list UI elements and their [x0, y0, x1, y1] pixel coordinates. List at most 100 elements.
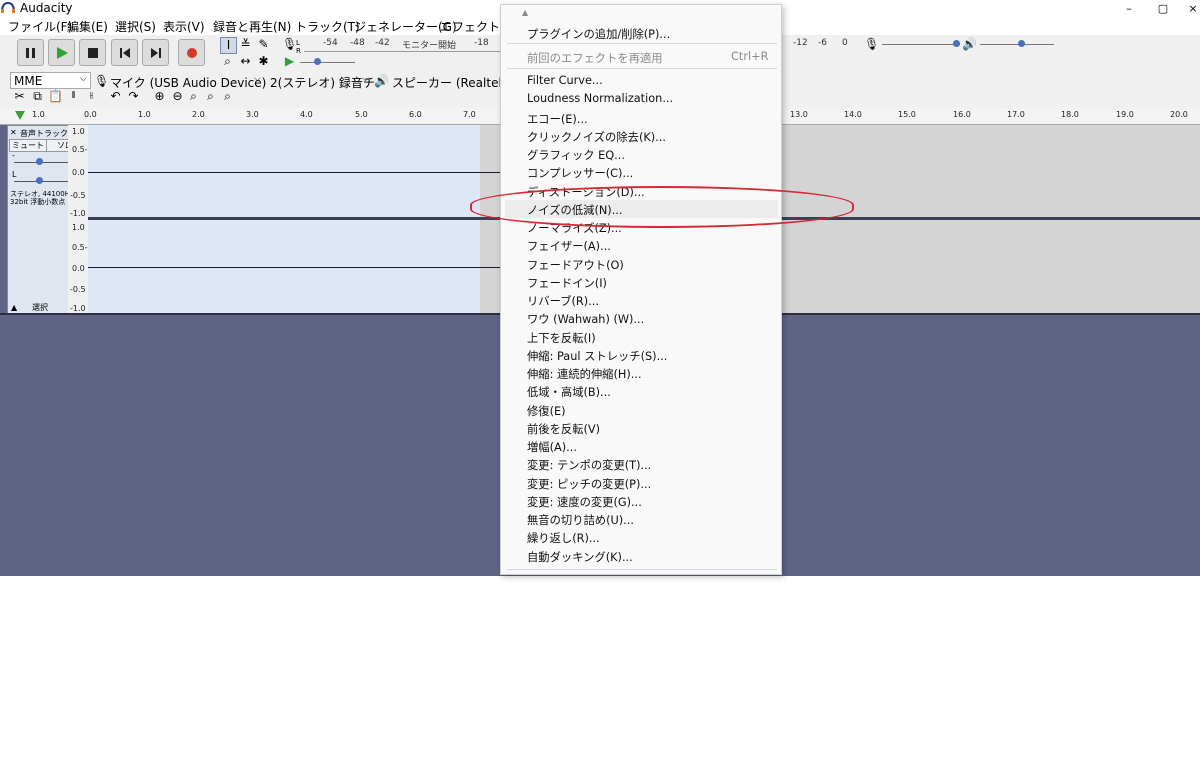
effect-menu-item[interactable]: Filter Curve... — [527, 74, 603, 87]
effect-menu-item[interactable]: 修復(E) — [527, 403, 566, 419]
meter-lr-icon: LR — [296, 39, 301, 55]
playback-volume-slider[interactable] — [980, 44, 1054, 45]
ruler-tick: 1.0 — [138, 110, 151, 119]
pan-slider[interactable] — [14, 181, 76, 182]
paste-icon[interactable]: 📋 — [48, 89, 63, 104]
timeshift-tool-icon[interactable]: ↔ — [238, 54, 253, 69]
play-speed-slider[interactable] — [300, 62, 355, 63]
minimize-button[interactable]: – — [1114, 0, 1144, 17]
zoom-in-icon[interactable]: ⊕ — [152, 89, 167, 104]
menu-edit[interactable]: 編集(E) — [67, 18, 108, 35]
track-name-menu[interactable]: 音声トラック — [20, 128, 68, 139]
effect-menu-item[interactable]: ワウ (Wahwah) (W)... — [527, 311, 644, 327]
ruler-tick: 4.0 — [300, 110, 313, 119]
undo-icon[interactable]: ↶ — [108, 89, 123, 104]
playback-volume-thumb[interactable] — [1018, 40, 1025, 47]
effect-menu-item[interactable]: 伸縮: 連続的伸縮(H)... — [527, 366, 642, 382]
track-close-button[interactable]: ✕ — [10, 128, 17, 137]
meter-tick: -42 — [375, 38, 390, 48]
scroll-up-icon[interactable]: ▲ — [522, 8, 528, 17]
close-button[interactable]: × — [1178, 0, 1200, 17]
pan-slider-thumb[interactable] — [36, 177, 43, 184]
effect-menu-item[interactable]: フェードアウト(O) — [527, 257, 624, 273]
gain-slider-thumb[interactable] — [36, 158, 43, 165]
effect-menu-item[interactable]: フェイザー(A)... — [527, 238, 611, 254]
effect-menu-item[interactable]: 繰り返し(R)... — [527, 530, 600, 546]
effect-menu-item[interactable]: コンプレッサー(C)... — [527, 165, 633, 181]
effect-menu-item[interactable]: 変更: ピッチの変更(P)... — [527, 476, 651, 492]
effect-menu-item[interactable]: 変更: 速度の変更(G)... — [527, 494, 642, 510]
effect-menu-item[interactable]: グラフィック EQ... — [527, 147, 625, 163]
scale-label: -1.0 — [70, 304, 86, 313]
effect-menu-item[interactable]: 上下を反転(I) — [527, 330, 596, 346]
effect-menu-item[interactable]: 無音の切り詰め(U)... — [527, 512, 634, 528]
skip-start-button[interactable] — [111, 39, 138, 66]
waveform-left-channel[interactable] — [88, 125, 480, 217]
record-button[interactable] — [178, 39, 205, 66]
effect-menu-item[interactable]: リバーブ(R)... — [527, 293, 599, 309]
scale-label: 0.5- — [72, 243, 88, 252]
selection-tool-icon[interactable]: I — [220, 37, 237, 54]
effect-menu-item[interactable]: 低域・高域(B)... — [527, 384, 611, 400]
zoom-tool-icon[interactable]: ⌕ — [220, 54, 235, 69]
meter-tick: 0 — [842, 38, 848, 48]
effect-menu-item[interactable]: フェードイン(I) — [527, 275, 607, 291]
host-select-value: MME — [14, 74, 43, 88]
zoom-toggle-icon[interactable]: ⌕ — [220, 89, 235, 104]
play-speed-thumb[interactable] — [314, 58, 321, 65]
record-volume-slider[interactable] — [882, 44, 960, 45]
play-at-speed-icon[interactable]: ▶ — [282, 54, 297, 69]
copy-icon[interactable]: ⧉ — [30, 89, 45, 104]
record-icon — [187, 48, 197, 58]
channels-select[interactable]: 2(ステレオ) 録音チ — [270, 74, 375, 91]
zoom-out-icon[interactable]: ⊖ — [170, 89, 185, 104]
draw-tool-icon[interactable]: ✎ — [256, 37, 271, 52]
effect-menu-item[interactable]: 前後を反転(V) — [527, 421, 600, 437]
ruler-tick: 2.0 — [192, 110, 205, 119]
waveform-line — [88, 172, 500, 173]
meter-tick: -48 — [350, 38, 365, 48]
menu-item-add-remove-plugins[interactable]: プラグインの追加/削除(P)... — [527, 26, 670, 42]
menu-transport[interactable]: 録音と再生(N) — [213, 18, 291, 35]
maximize-button[interactable]: ▢ — [1148, 0, 1178, 17]
envelope-tool-icon[interactable]: ≚ — [238, 37, 253, 52]
play-button[interactable] — [48, 39, 75, 66]
menu-file[interactable]: ファイル(F) — [8, 18, 72, 35]
effect-menu-item[interactable]: クリックノイズの除去(K)... — [527, 129, 666, 145]
ruler-tick: 14.0 — [844, 110, 862, 119]
skip-to-start-icon — [120, 48, 130, 58]
effect-menu-item[interactable]: Loudness Normalization... — [527, 92, 673, 105]
fit-selection-icon[interactable]: ⌕ — [186, 89, 201, 104]
vertical-scale[interactable]: 1.0 0.5- 0.0 -0.5 -1.0 1.0 0.5- 0.0 -0.5… — [68, 125, 89, 314]
menu-item-repeat-last-effect[interactable]: 前回のエフェクトを再適用 — [527, 50, 663, 66]
gain-minus-label: - — [12, 151, 15, 160]
ruler-tick: 19.0 — [1116, 110, 1134, 119]
select-track-button[interactable]: 選択 — [22, 302, 58, 312]
skip-end-button[interactable] — [142, 39, 169, 66]
record-volume-thumb[interactable] — [953, 40, 960, 47]
menu-view[interactable]: 表示(V) — [163, 18, 205, 35]
pause-button[interactable] — [17, 39, 44, 66]
collapse-track-icon[interactable]: ▲ — [11, 303, 17, 312]
effect-menu-item[interactable]: 自動ダッキング(K)... — [527, 549, 633, 565]
effect-menu-item[interactable]: 増幅(A)... — [527, 439, 577, 455]
ruler-tick: 18.0 — [1061, 110, 1079, 119]
fit-project-icon[interactable]: ⌕ — [203, 89, 218, 104]
effect-menu-item[interactable]: エコー(E)... — [527, 111, 588, 127]
redo-icon[interactable]: ↷ — [126, 89, 141, 104]
multi-tool-icon[interactable]: ✱ — [256, 54, 271, 69]
effect-menu-item[interactable]: 変更: テンポの変更(T)... — [527, 457, 651, 473]
effect-menu-item[interactable]: 伸縮: Paul ストレッチ(S)... — [527, 348, 667, 364]
gain-slider[interactable] — [14, 162, 76, 163]
stop-button[interactable] — [79, 39, 106, 66]
chevron-down-icon: ⌵ — [254, 74, 261, 84]
record-meter-monitor-label[interactable]: モニター開始 — [402, 38, 456, 51]
cut-icon[interactable]: ✂ — [12, 89, 27, 104]
menu-separator — [507, 569, 777, 570]
mute-label: ミュート — [12, 141, 44, 150]
trim-icon[interactable]: ⫴ — [66, 89, 81, 104]
menu-tracks[interactable]: トラック(T) — [295, 18, 360, 35]
menu-select[interactable]: 選択(S) — [115, 18, 156, 35]
audacity-logo-icon — [1, 2, 15, 13]
silence-icon[interactable]: ⫲ — [84, 89, 99, 104]
